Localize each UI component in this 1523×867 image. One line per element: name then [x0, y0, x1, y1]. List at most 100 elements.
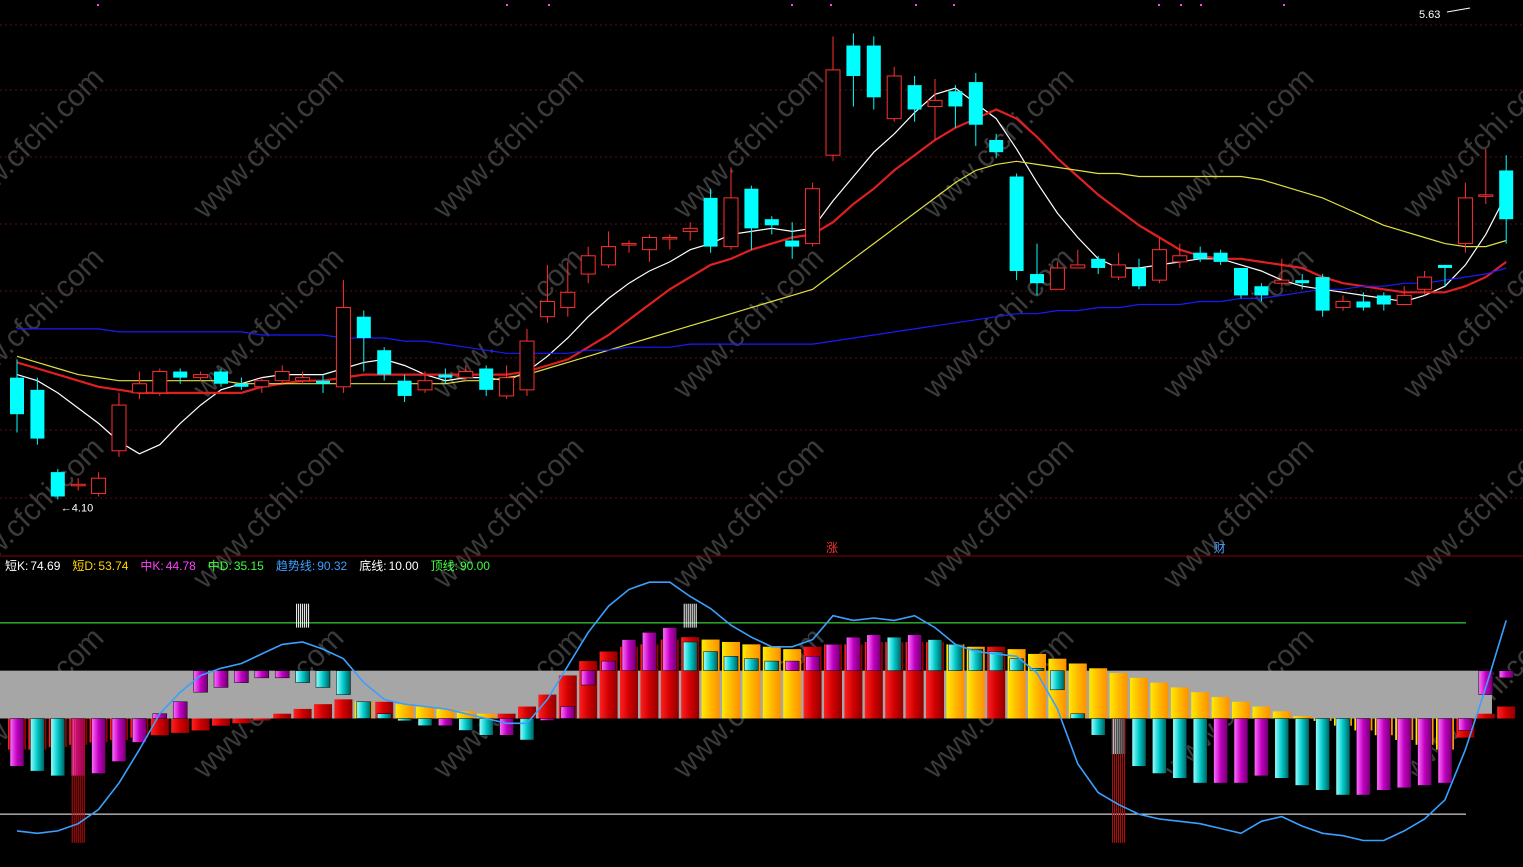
- candle: [10, 359, 24, 433]
- short-bar: [91, 718, 106, 774]
- candle-body: [1396, 294, 1412, 306]
- mid-bar: [497, 713, 516, 719]
- candle: [764, 216, 779, 235]
- candle-body: [1315, 277, 1330, 311]
- candle: [152, 368, 168, 396]
- short-bar: [234, 670, 249, 683]
- signal-column: [296, 603, 310, 628]
- mid-bar: [1068, 663, 1087, 719]
- candle-body: [1193, 252, 1208, 259]
- candle-body: [621, 243, 637, 246]
- signal-marker: 财: [1214, 541, 1226, 555]
- mid-bar: [1130, 677, 1148, 719]
- short-bar: [927, 639, 943, 671]
- candle: [1499, 155, 1514, 244]
- watermark: www.cfchi.com: [186, 61, 350, 225]
- short-bar: [580, 670, 596, 686]
- candle-body: [1295, 280, 1310, 284]
- legend-label: 中D:: [207, 559, 232, 573]
- mid-bar: [212, 718, 230, 726]
- candle: [131, 371, 147, 399]
- mid-bar: [1232, 701, 1250, 719]
- mid-bar: [1170, 687, 1189, 719]
- watermark: www.cfchi.com: [916, 431, 1080, 595]
- candle-body: [193, 374, 209, 379]
- candle-body: [111, 404, 127, 452]
- candle-body: [1376, 295, 1391, 305]
- candle: [499, 365, 515, 399]
- mid-bar: [293, 708, 312, 719]
- candle-body: [254, 380, 270, 388]
- short-bar: [723, 656, 739, 671]
- candle: [1438, 264, 1452, 287]
- candle-body: [1151, 249, 1167, 281]
- short-bar: [295, 670, 310, 683]
- short-bar: [1192, 718, 1208, 784]
- candle-body: [295, 377, 311, 382]
- candle-body: [641, 236, 657, 251]
- candle-body: [866, 45, 881, 98]
- short-bar: [1131, 718, 1147, 767]
- short-bar: [1233, 718, 1249, 784]
- candle: [1009, 173, 1024, 281]
- candle-body: [1335, 300, 1351, 309]
- mid-bar: [1150, 682, 1169, 719]
- candle: [254, 377, 270, 393]
- signal-dot: [830, 4, 832, 6]
- short-bar: [438, 718, 453, 726]
- short-bar: [1070, 713, 1086, 719]
- candle-body: [825, 69, 841, 156]
- legend-item: 短D: 53.74: [72, 559, 134, 573]
- candle-body: [886, 75, 902, 120]
- candle-body: [580, 255, 596, 275]
- mid-bar: [1028, 653, 1046, 719]
- short-bar: [825, 644, 841, 671]
- short-bar: [1274, 718, 1290, 779]
- candle-body: [948, 91, 963, 107]
- candle-body: [764, 219, 779, 226]
- short-bar: [1254, 718, 1269, 777]
- price-high-label: 5.63: [1419, 9, 1440, 21]
- mid-bar: [579, 661, 598, 719]
- short-bar: [866, 634, 882, 671]
- candle: [1376, 292, 1391, 311]
- candle: [1151, 237, 1167, 284]
- candle-body: [1499, 170, 1514, 220]
- short-bar: [1498, 670, 1514, 679]
- legend-value: 90.00: [459, 559, 490, 573]
- short-bar: [213, 670, 229, 688]
- short-bar: [886, 636, 902, 671]
- candle-body: [274, 371, 290, 382]
- candle: [1091, 255, 1106, 275]
- candle-body: [662, 236, 678, 240]
- candle-body: [723, 197, 739, 248]
- indicator-legend: 短K: 74.69 短D: 53.74 中K: 44.78 中D: 35.15 趋势线: 90.3…: [5, 557, 502, 574]
- short-bar: [560, 706, 576, 719]
- mid-bar: [334, 699, 353, 719]
- candle: [479, 365, 494, 396]
- watermark: www.cfchi.com: [916, 241, 1080, 405]
- candle-body: [682, 227, 698, 232]
- candle-body: [846, 45, 861, 76]
- watermark: www.cfchi.com: [666, 431, 830, 595]
- short-bar: [1356, 718, 1371, 796]
- legend-value: 10.00: [388, 559, 419, 573]
- mid-bar: [1089, 668, 1108, 719]
- candle-body: [1049, 267, 1065, 290]
- candle-body: [1234, 267, 1248, 296]
- short-bar: [111, 718, 127, 762]
- legend-item: 趋势线: 90.32: [276, 559, 353, 573]
- candle: [111, 392, 127, 457]
- candle-body: [927, 99, 943, 107]
- candle-body: [1213, 252, 1228, 262]
- legend-label: 顶线:: [430, 559, 458, 573]
- candle: [1213, 249, 1228, 265]
- short-bar: [376, 713, 392, 719]
- candle-body: [214, 371, 228, 384]
- candle: [397, 374, 412, 403]
- candle: [1234, 267, 1248, 299]
- short-bar: [397, 718, 412, 722]
- short-bar: [682, 641, 698, 671]
- signal-dot: [1158, 4, 1160, 6]
- candle: [30, 377, 45, 445]
